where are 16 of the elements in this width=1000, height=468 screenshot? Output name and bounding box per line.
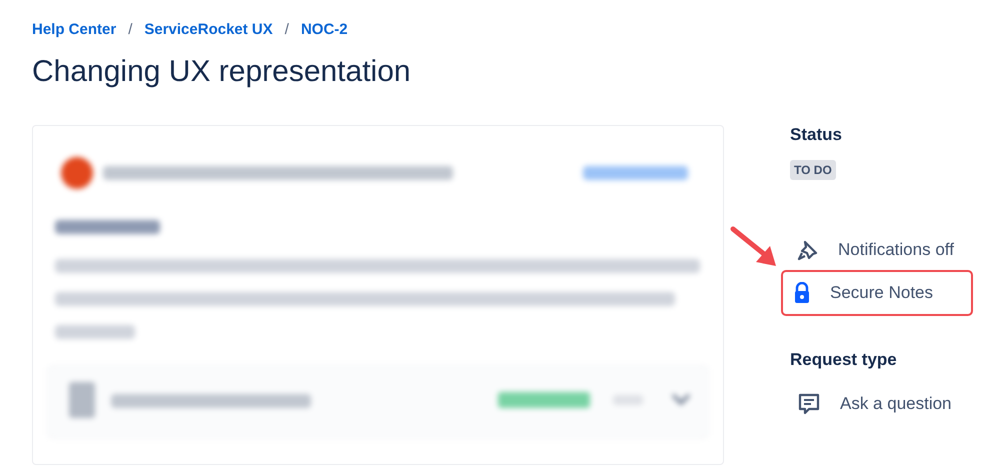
lock-icon <box>793 282 811 304</box>
request-type-label: Request type <box>790 350 898 370</box>
breadcrumb-link[interactable]: ServiceRocket UX <box>144 20 273 38</box>
breadcrumb-link[interactable]: Help Center <box>32 20 116 38</box>
breadcrumb-separator: / <box>128 20 132 38</box>
comment-icon <box>797 392 821 416</box>
breadcrumb-link[interactable]: NOC-2 <box>300 20 348 38</box>
sidebar-action[interactable]: Notifications off <box>790 230 973 270</box>
status-lozenge: TO DO <box>790 160 836 180</box>
status-label: Status <box>790 125 843 145</box>
action-label: Notifications off <box>838 240 954 260</box>
sidebar-action[interactable]: Secure Notes <box>781 270 973 316</box>
page-title: Changing UX representation <box>32 55 412 89</box>
action-label: Secure Notes <box>830 283 933 303</box>
request-type-value: Ask a question <box>840 394 952 414</box>
breadcrumb-separator: / <box>284 20 289 38</box>
